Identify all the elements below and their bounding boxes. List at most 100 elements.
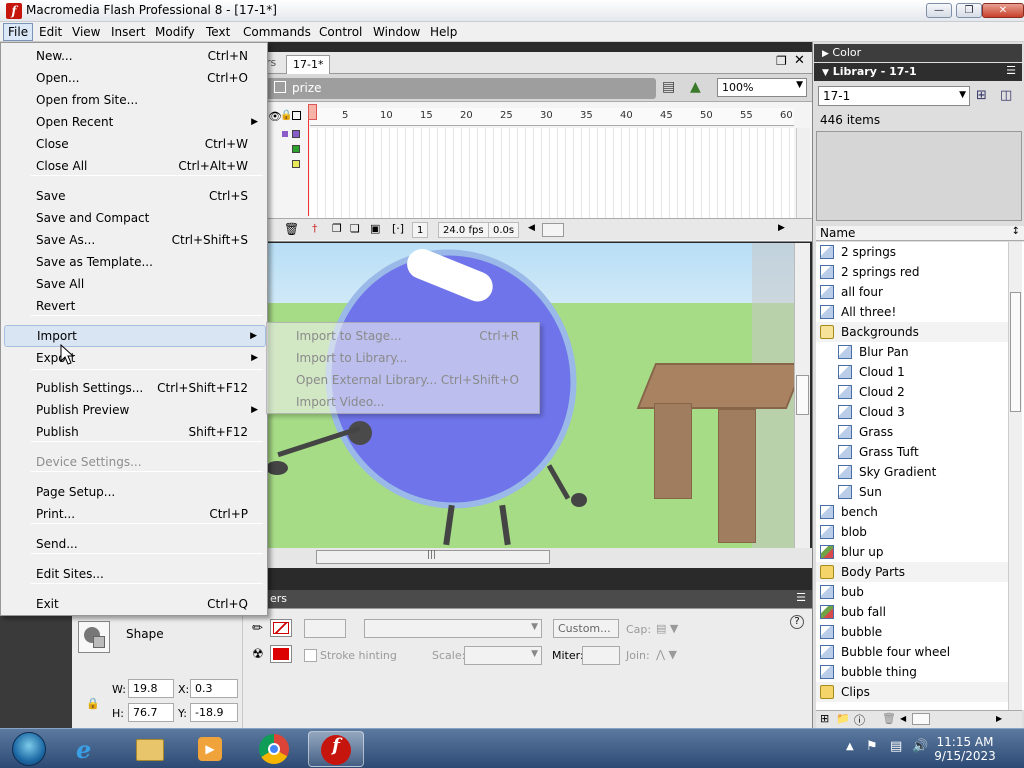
menu-commands[interactable]: Commands — [239, 23, 315, 41]
scale-select[interactable]: ▼ — [464, 646, 542, 665]
start-button[interactable] — [4, 730, 54, 768]
library-item[interactable]: all four — [816, 282, 1008, 302]
lock-icon[interactable]: 🔒 — [280, 110, 292, 121]
file-menu-item[interactable]: Send... — [4, 533, 266, 555]
library-item[interactable]: Blur Pan — [816, 342, 1008, 362]
import-submenu-item[interactable]: Import Video... — [267, 391, 539, 413]
width-field[interactable]: 19.8 — [128, 679, 174, 698]
system-clock[interactable]: 11:15 AM 9/15/2023 — [930, 735, 1000, 763]
minimize-button[interactable]: — — [926, 3, 952, 18]
menu-file[interactable]: File — [3, 23, 34, 41]
layer-outline-box[interactable] — [292, 160, 300, 168]
tab-17-1[interactable]: 17-1* — [286, 55, 331, 74]
stroke-style-select[interactable]: ▼ — [364, 619, 542, 638]
file-menu-item[interactable]: Save Ctrl+S — [4, 185, 266, 207]
scroll-right-icon[interactable]: ▶ — [996, 714, 1002, 723]
height-field[interactable]: 76.7 — [128, 703, 174, 722]
library-document-select[interactable]: 17-1 ▼ — [818, 86, 970, 106]
file-menu-item[interactable]: Print... Ctrl+P — [4, 503, 266, 525]
stage-vscroll[interactable] — [794, 243, 810, 548]
edit-symbol-icon[interactable]: ▲ — [690, 79, 701, 95]
library-item[interactable]: bubble thing — [816, 662, 1008, 682]
help-icon[interactable]: ? — [790, 615, 804, 629]
library-item[interactable]: Backgrounds — [816, 322, 1008, 342]
library-item[interactable]: Cloud 2 — [816, 382, 1008, 402]
file-menu-item[interactable]: Save All — [4, 273, 266, 295]
stroke-height-field[interactable] — [304, 619, 346, 638]
library-item[interactable]: Clips — [816, 682, 1008, 702]
join-select[interactable]: ⋀ ▼ — [656, 648, 677, 661]
file-menu-item[interactable]: Open... Ctrl+O — [4, 67, 266, 89]
maximize-button[interactable]: ❐ — [956, 3, 982, 18]
library-item[interactable]: Grass Tuft — [816, 442, 1008, 462]
close-doc-icon[interactable]: ✕ — [794, 53, 805, 68]
panel-options-icon[interactable]: ☰ — [1006, 64, 1016, 77]
file-menu-item[interactable]: Close Ctrl+W — [4, 133, 266, 155]
scroll-left-icon[interactable]: ◀ — [900, 714, 906, 723]
menu-help[interactable]: Help — [426, 23, 461, 41]
scroll-left-icon[interactable]: ◀ — [528, 223, 535, 233]
edit-multiple-icon[interactable]: ▣ — [370, 222, 380, 235]
timeline-hscroll-thumb[interactable] — [542, 223, 564, 237]
file-menu-item[interactable]: Publish Preview ▶ — [4, 399, 266, 421]
taskbar-flash[interactable]: f — [308, 731, 364, 767]
properties-header[interactable]: ers ☰ — [266, 590, 812, 608]
taskbar-media-player[interactable]: ▶ — [182, 731, 238, 767]
library-item[interactable]: All three! — [816, 302, 1008, 322]
fill-color-swatch[interactable] — [270, 645, 292, 663]
panel-options-icon[interactable]: ☰ — [796, 591, 806, 604]
new-symbol-icon[interactable]: ⊞ — [820, 712, 829, 725]
file-menu-item[interactable]: Publish Settings... Ctrl+Shift+F12 — [4, 377, 266, 399]
miter-field[interactable] — [582, 646, 620, 665]
file-menu-item[interactable]: Save As... Ctrl+Shift+S — [4, 229, 266, 251]
file-menu-item[interactable]: Export ▶ — [4, 347, 266, 369]
layer-outline-box[interactable] — [292, 145, 300, 153]
center-frame-icon[interactable]: † — [312, 222, 318, 235]
menu-control[interactable]: Control — [315, 23, 366, 41]
stroke-hinting-checkbox[interactable] — [304, 649, 317, 662]
show-hidden-icons[interactable]: ▲ — [846, 741, 854, 752]
file-menu-item[interactable]: Exit Ctrl+Q — [4, 593, 266, 615]
library-item[interactable]: 2 springs — [816, 242, 1008, 262]
file-menu-item[interactable]: Import ▶ — [4, 325, 266, 347]
stroke-color-swatch[interactable] — [270, 619, 292, 637]
library-vscroll-thumb[interactable] — [1010, 292, 1021, 412]
restore-doc-icon[interactable]: ❐ — [776, 54, 787, 68]
new-folder-icon[interactable]: 📁 — [836, 712, 850, 725]
library-item[interactable]: bubble — [816, 622, 1008, 642]
file-menu-item[interactable]: Revert — [4, 295, 266, 317]
stage-vscroll-thumb[interactable] — [796, 375, 809, 415]
library-panel-header[interactable]: ▼ Library - 17-1 ☰ — [814, 63, 1022, 81]
playhead[interactable] — [308, 104, 317, 216]
stage-hscroll-thumb[interactable]: ||| — [316, 550, 550, 564]
file-menu-item[interactable]: Open Recent ▶ — [4, 111, 266, 133]
x-field[interactable]: 0.3 — [190, 679, 238, 698]
modify-markers-icon[interactable]: [·] — [392, 222, 404, 235]
layer-outline-box[interactable] — [292, 130, 300, 138]
file-menu-item[interactable]: Open from Site... — [4, 89, 266, 111]
menu-text[interactable]: Text — [202, 23, 234, 41]
file-menu-item[interactable]: Save and Compact — [4, 207, 266, 229]
edit-scene-icon[interactable]: ▤ — [662, 79, 675, 95]
lock-proportions-icon[interactable]: 🔒 — [86, 697, 100, 710]
file-menu-item[interactable]: Save as Template... — [4, 251, 266, 273]
properties-icon[interactable]: ⓘ — [854, 712, 865, 728]
action-center-icon[interactable]: ⚑ — [866, 739, 878, 754]
scene-label[interactable]: prize — [292, 81, 322, 95]
menu-view[interactable]: View — [68, 23, 104, 41]
scroll-right-icon[interactable]: ▶ — [778, 223, 785, 233]
volume-icon[interactable]: 🔊 — [912, 739, 928, 754]
y-field[interactable]: -18.9 — [190, 703, 238, 722]
pin-library-icon[interactable]: ⊞ — [976, 88, 987, 103]
library-item[interactable]: Grass — [816, 422, 1008, 442]
library-item[interactable]: Cloud 3 — [816, 402, 1008, 422]
file-menu-item[interactable]: Page Setup... — [4, 481, 266, 503]
onion-outline-icon[interactable]: ❏ — [350, 222, 360, 235]
library-item[interactable]: blob — [816, 522, 1008, 542]
menu-edit[interactable]: Edit — [35, 23, 66, 41]
file-menu-item[interactable]: Close All Ctrl+Alt+W — [4, 155, 266, 177]
menu-window[interactable]: Window — [369, 23, 424, 41]
taskbar-chrome[interactable] — [246, 731, 302, 767]
menu-insert[interactable]: Insert — [107, 23, 149, 41]
menu-modify[interactable]: Modify — [151, 23, 199, 41]
